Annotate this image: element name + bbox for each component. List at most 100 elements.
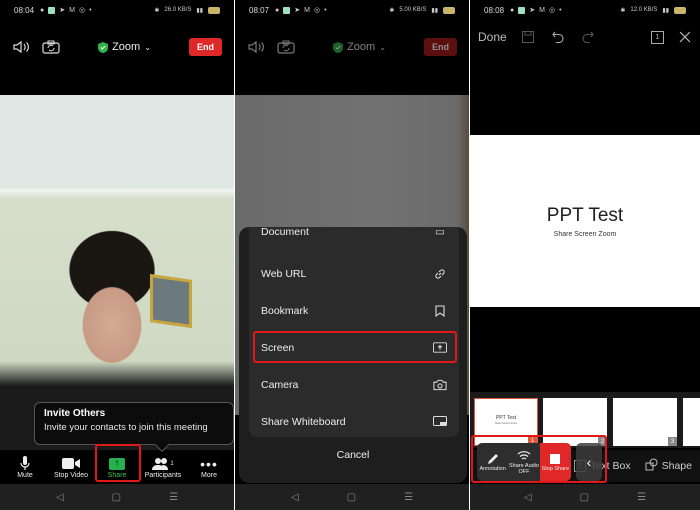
notification-icons: ● ➤ M ◎ •: [510, 6, 562, 14]
speaker-icon[interactable]: [247, 40, 265, 54]
nav-home-button[interactable]: ▢: [112, 492, 121, 503]
meeting-title-dropdown[interactable]: Zoom ⌄: [333, 41, 386, 53]
telegram-icon: ➤: [529, 7, 536, 14]
meeting-title-dropdown[interactable]: Zoom ⌄: [98, 41, 151, 53]
app-icon: [48, 6, 56, 14]
screen-highlight-box: [253, 331, 457, 363]
participants-label: Participants: [144, 471, 182, 479]
page-indicator[interactable]: 1: [651, 30, 664, 44]
switch-camera-icon[interactable]: [277, 40, 295, 54]
share-bar-highlight-box: [471, 435, 607, 483]
tooltip-title: Invite Others: [44, 408, 106, 419]
mail-icon: M: [539, 6, 545, 14]
link-icon: [433, 267, 447, 281]
shield-icon: [98, 41, 109, 53]
camera-notif-icon: ◎: [548, 7, 556, 14]
nav-back-button[interactable]: ◁: [291, 492, 299, 503]
nav-recents-button[interactable]: ☰: [404, 492, 413, 503]
net-speed: 12.0 KB/S: [630, 7, 658, 13]
meeting-header: Zoom ⌄ End: [235, 34, 469, 60]
bluetooth-icon: ✱: [389, 7, 395, 14]
nav-recents-button[interactable]: ☰: [637, 492, 646, 503]
bookmark-icon: [433, 304, 447, 318]
chevron-down-icon: ⌄: [144, 42, 151, 52]
option-label: Share Whiteboard: [261, 415, 346, 428]
participants-button[interactable]: 1 Participants: [140, 456, 186, 479]
stop-video-label: Stop Video: [53, 471, 89, 479]
meeting-header: Zoom ⌄ End: [0, 34, 234, 60]
android-nav-bar: ◁ ▢ ☰: [235, 484, 469, 510]
close-icon[interactable]: [678, 30, 692, 44]
shape-icon: [645, 458, 658, 474]
video-camera-icon: [62, 456, 80, 472]
android-nav-bar: ◁ ▢ ☰: [0, 484, 234, 510]
cancel-button[interactable]: Cancel: [239, 449, 467, 461]
done-button[interactable]: Done: [478, 30, 507, 44]
status-bar: 08:08 ● ➤ M ◎ • ✱ 12.0 KB/S ▮▮: [470, 0, 700, 20]
signal-icon: ▮▮: [662, 7, 669, 14]
slide-thumbnail[interactable]: 3: [613, 398, 677, 446]
slide-subtitle: Share Screen Zoom: [553, 230, 617, 238]
participants-count: 1: [170, 460, 174, 467]
battery-icon: [208, 6, 220, 14]
share-option-camera[interactable]: Camera: [249, 366, 459, 403]
option-label: Document: [261, 227, 309, 238]
slide-preview: PPT Test Share Screen Zoom: [470, 135, 700, 307]
chat-icon: ●: [510, 6, 515, 14]
nav-back-button[interactable]: ◁: [524, 492, 532, 503]
mail-icon: M: [304, 6, 310, 14]
signal-icon: ▮▮: [196, 7, 203, 14]
stop-video-button[interactable]: Stop Video: [48, 456, 94, 479]
screen-sharing-screen: 08:08 ● ➤ M ◎ • ✱ 12.0 KB/S ▮▮ Done 1 PP…: [470, 0, 700, 510]
nav-home-button[interactable]: ▢: [347, 492, 356, 503]
slide-thumbnail[interactable]: 4: [683, 398, 700, 446]
telegram-icon: ➤: [294, 7, 301, 14]
share-option-bookmark[interactable]: Bookmark: [249, 292, 459, 329]
mute-button[interactable]: Mute: [2, 456, 48, 479]
more-button[interactable]: ••• More: [186, 456, 232, 479]
nav-recents-button[interactable]: ☰: [169, 492, 178, 503]
bluetooth-icon: ✱: [620, 7, 626, 14]
app-icon: [283, 6, 291, 14]
participants-icon: 1: [152, 456, 174, 472]
notification-icons: ● ➤ M ◎ •: [275, 6, 327, 14]
save-icon[interactable]: [521, 30, 535, 44]
shape-label: Shape: [661, 460, 692, 472]
document-icon: ▭: [435, 227, 445, 238]
system-icons: ✱ 26.0 KB/S ▮▮: [154, 6, 220, 14]
option-label: Web URL: [261, 267, 307, 280]
option-label: Camera: [261, 378, 299, 391]
share-option-whiteboard[interactable]: Share Whiteboard: [249, 403, 459, 437]
mail-icon: M: [69, 6, 75, 14]
invite-others-tooltip[interactable]: Invite Others Invite your contacts to jo…: [34, 402, 234, 453]
system-icons: ✱ 5.00 KB/S ▮▮: [389, 6, 455, 14]
meeting-title: Zoom: [112, 41, 141, 53]
thumb-title: PPT Test: [495, 415, 517, 421]
undo-icon[interactable]: [551, 30, 565, 44]
thumb-subtitle: Share Screen Zoom: [494, 422, 518, 425]
status-bar: 08:04 ● ➤ M ◎ • ✱ 26.0 KB/S ▮▮: [0, 0, 234, 20]
camera-icon: [433, 378, 447, 392]
end-meeting-button[interactable]: End: [188, 38, 222, 56]
thumb-number: 3: [668, 437, 677, 446]
more-notif-icon: •: [89, 6, 92, 14]
share-option-web-url[interactable]: Web URL: [249, 255, 459, 292]
camera-notif-icon: ◎: [313, 7, 321, 14]
share-menu-screen: 08:07 ● ➤ M ◎ • ✱ 5.00 KB/S ▮▮ Zoom ⌄ En…: [235, 0, 469, 510]
tooltip-body: Invite your contacts to join this meetin…: [44, 422, 208, 433]
status-bar: 08:07 ● ➤ M ◎ • ✱ 5.00 KB/S ▮▮: [235, 0, 469, 20]
notification-icons: ● ➤ M ◎ •: [40, 6, 92, 14]
switch-camera-icon[interactable]: [42, 40, 60, 54]
self-video-feed: [0, 95, 234, 450]
end-meeting-button[interactable]: End: [423, 38, 457, 56]
status-time: 08:04: [14, 5, 35, 15]
bluetooth-icon: ✱: [154, 7, 160, 14]
redo-icon[interactable]: [581, 30, 595, 44]
share-option-document[interactable]: Document ▭: [249, 227, 459, 250]
speaker-icon[interactable]: [12, 40, 30, 54]
shape-tool[interactable]: Shape: [645, 458, 692, 474]
more-dots-icon: •••: [200, 455, 218, 472]
nav-home-button[interactable]: ▢: [580, 492, 589, 503]
nav-back-button[interactable]: ◁: [56, 492, 64, 503]
status-time: 08:07: [249, 5, 270, 15]
